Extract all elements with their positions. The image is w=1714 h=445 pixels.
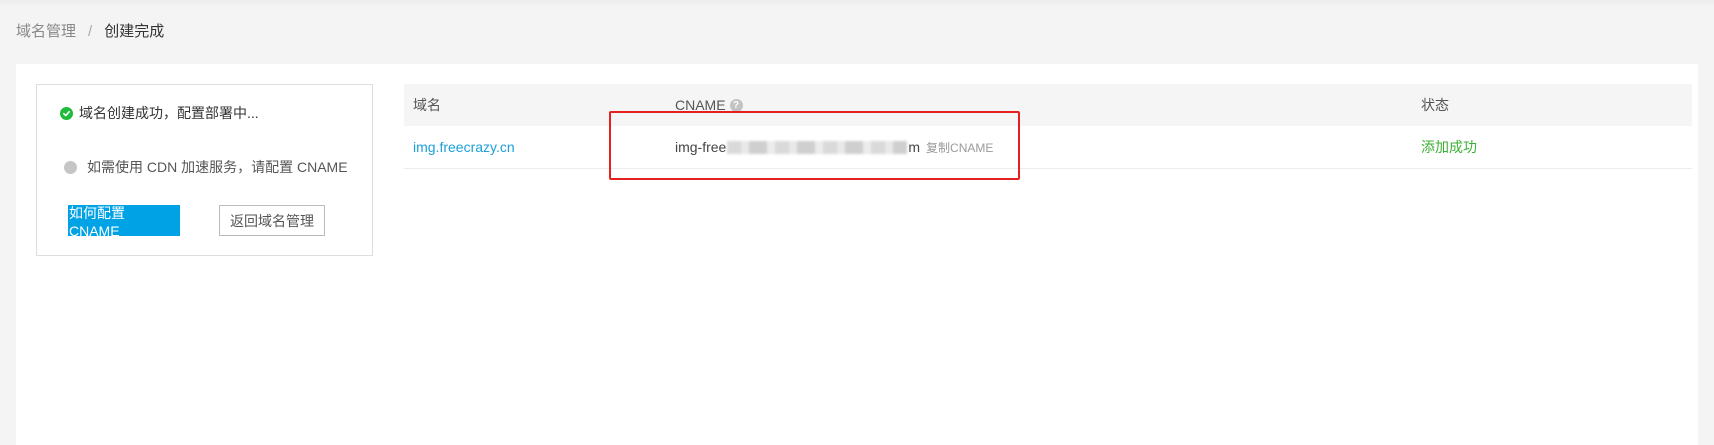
cname-cell: img-free m 复制CNAME [675, 126, 993, 168]
table-header: 域名 CNAME ? 状态 [404, 84, 1692, 126]
back-to-domain-management-button[interactable]: 返回域名管理 [219, 205, 325, 236]
header-status: 状态 [1421, 97, 1449, 113]
header-domain: 域名 [413, 97, 441, 113]
cname-value: img-free m [675, 139, 920, 155]
step-created: 域名创建成功，配置部署中... [60, 103, 259, 123]
domain-table: 域名 CNAME ? 状态 img.freecrazy.cn img-free … [404, 84, 1692, 169]
pending-dot-icon [64, 160, 77, 174]
status-card: 域名创建成功，配置部署中... 如需使用 CDN 加速服务，请配置 CNAME … [36, 84, 373, 256]
copy-cname-link[interactable]: 复制CNAME [926, 139, 993, 156]
main-panel: 域名创建成功，配置部署中... 如需使用 CDN 加速服务，请配置 CNAME … [16, 64, 1698, 445]
cname-suffix: m [908, 139, 921, 155]
breadcrumb-domain-management[interactable]: 域名管理 [16, 22, 76, 42]
domain-link[interactable]: img.freecrazy.cn [413, 139, 515, 155]
check-circle-icon [60, 106, 73, 120]
breadcrumb-current: 创建完成 [104, 23, 165, 40]
help-icon[interactable]: ? [729, 98, 743, 112]
how-to-configure-cname-button[interactable]: 如何配置 CNAME [68, 205, 180, 239]
redacted-block [727, 140, 908, 154]
table-row: img.freecrazy.cn img-free m 复制CNAME 添加成功 [404, 126, 1692, 169]
top-shadow-bar [0, 0, 1714, 6]
status-cell: 添加成功 [1421, 126, 1477, 168]
status-badge: 添加成功 [1421, 139, 1477, 155]
domain-cell: img.freecrazy.cn [413, 126, 515, 168]
cname-prefix: img-free [675, 139, 727, 155]
step-configure-cname: 如需使用 CDN 加速服务，请配置 CNAME [64, 157, 348, 177]
step-created-text: 域名创建成功，配置部署中... [79, 105, 259, 121]
breadcrumb-separator: / [88, 23, 93, 40]
step-configure-cname-text: 如需使用 CDN 加速服务，请配置 CNAME [87, 159, 348, 175]
header-cname: CNAME ? [675, 84, 743, 126]
breadcrumb: 域名管理 / 创建完成 [16, 22, 164, 42]
header-cname-label: CNAME [675, 97, 726, 113]
